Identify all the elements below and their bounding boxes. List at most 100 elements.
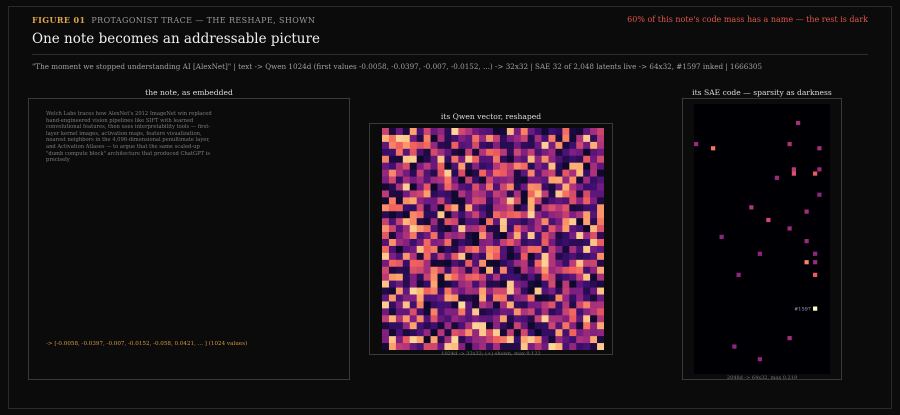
qwen-cell [541,134,549,143]
sae-latent [757,251,762,256]
qwen-cell [402,280,411,288]
qwen-heatmap [382,128,604,350]
qwen-cell [576,155,584,163]
qwen-cell [416,294,424,302]
qwen-cell [388,232,397,240]
qwen-cell [465,183,473,191]
qwen-cell [513,294,522,302]
qwen-cell [451,218,459,226]
qwen-cell [430,329,438,337]
qwen-cell [562,280,570,288]
qwen-cell [409,308,417,316]
sae-latent [804,239,809,244]
qwen-cell [555,232,563,240]
qwen-cell [465,287,473,295]
qwen-cell [493,273,501,281]
qwen-cell [423,232,431,240]
qwen-cell [583,148,591,157]
qwen-cell [506,322,515,330]
qwen-cell [423,141,431,150]
qwen-cell [472,225,480,233]
qwen-cell [486,343,494,350]
qwen-cell [541,190,549,198]
qwen-cell [513,322,522,330]
sae-latent [787,226,792,231]
qwen-cell [506,273,515,281]
qwen-cell [444,204,452,212]
qwen-cell [451,211,459,219]
qwen-cell [402,162,411,170]
qwen-cell [569,301,577,309]
qwen-cell [402,225,411,233]
qwen-cell [513,197,522,205]
qwen-cell [479,162,487,170]
qwen-cell [416,183,424,191]
qwen-cell [437,169,445,177]
qwen-cell [548,273,556,281]
qwen-cell [548,155,556,163]
qwen-cell [472,197,480,205]
qwen-cell [479,204,487,212]
qwen-cell [486,239,494,247]
qwen-cell [451,190,459,198]
qwen-cell [527,252,535,261]
qwen-cell [506,232,515,240]
qwen-cell [479,329,487,337]
qwen-cell [472,343,480,350]
qwen-cell [388,266,397,274]
vector-preview: -> [-0.0058, -0.0397, -0.007, -0.0152, -… [46,341,248,347]
qwen-cell [451,141,459,150]
qwen-cell [465,197,473,205]
qwen-cell [506,336,515,344]
qwen-cell [472,273,480,281]
qwen-cell [472,329,480,337]
qwen-cell [583,259,591,268]
qwen-cell [555,225,563,233]
qwen-cell [555,218,563,226]
qwen-cell [583,134,591,143]
qwen-cell [472,134,480,143]
qwen-cell [437,162,445,170]
qwen-cell [534,239,542,247]
qwen-cell [597,190,604,198]
qwen-cell [576,266,584,274]
qwen-cell [472,315,480,323]
qwen-cell [499,169,508,177]
qwen-cell [569,225,577,233]
qwen-cell [576,190,584,198]
sae-latent [719,234,724,239]
qwen-cell [562,239,570,247]
qwen-cell [451,148,459,157]
qwen-cell [555,155,563,163]
qwen-cell [562,190,570,198]
qwen-cell [499,232,508,240]
qwen-cell [534,315,542,323]
qwen-cell [388,218,397,226]
qwen-cell [590,308,598,316]
qwen-cell [527,211,535,219]
qwen-cell [520,266,528,274]
qwen-cell [382,336,390,344]
qwen-cell [416,155,424,163]
qwen-cell [506,259,515,268]
qwen-cell [388,252,397,261]
qwen-cell [451,162,459,170]
qwen-cell [465,134,473,143]
qwen-cell [382,259,390,268]
qwen-cell [520,141,528,150]
qwen-cell [520,134,528,143]
qwen-cell [465,315,473,323]
qwen-cell [541,308,549,316]
qwen-cell [402,183,411,191]
qwen-cell [444,336,452,344]
qwen-cell [562,315,570,323]
qwen-cell [472,162,480,170]
qwen-cell [402,301,411,309]
qwen-cell [409,176,417,184]
qwen-cell [437,225,445,233]
qwen-cell [555,176,563,184]
sae-latent [749,205,754,210]
qwen-cell [569,141,577,150]
qwen-cell [583,343,591,350]
qwen-cell [388,280,397,288]
